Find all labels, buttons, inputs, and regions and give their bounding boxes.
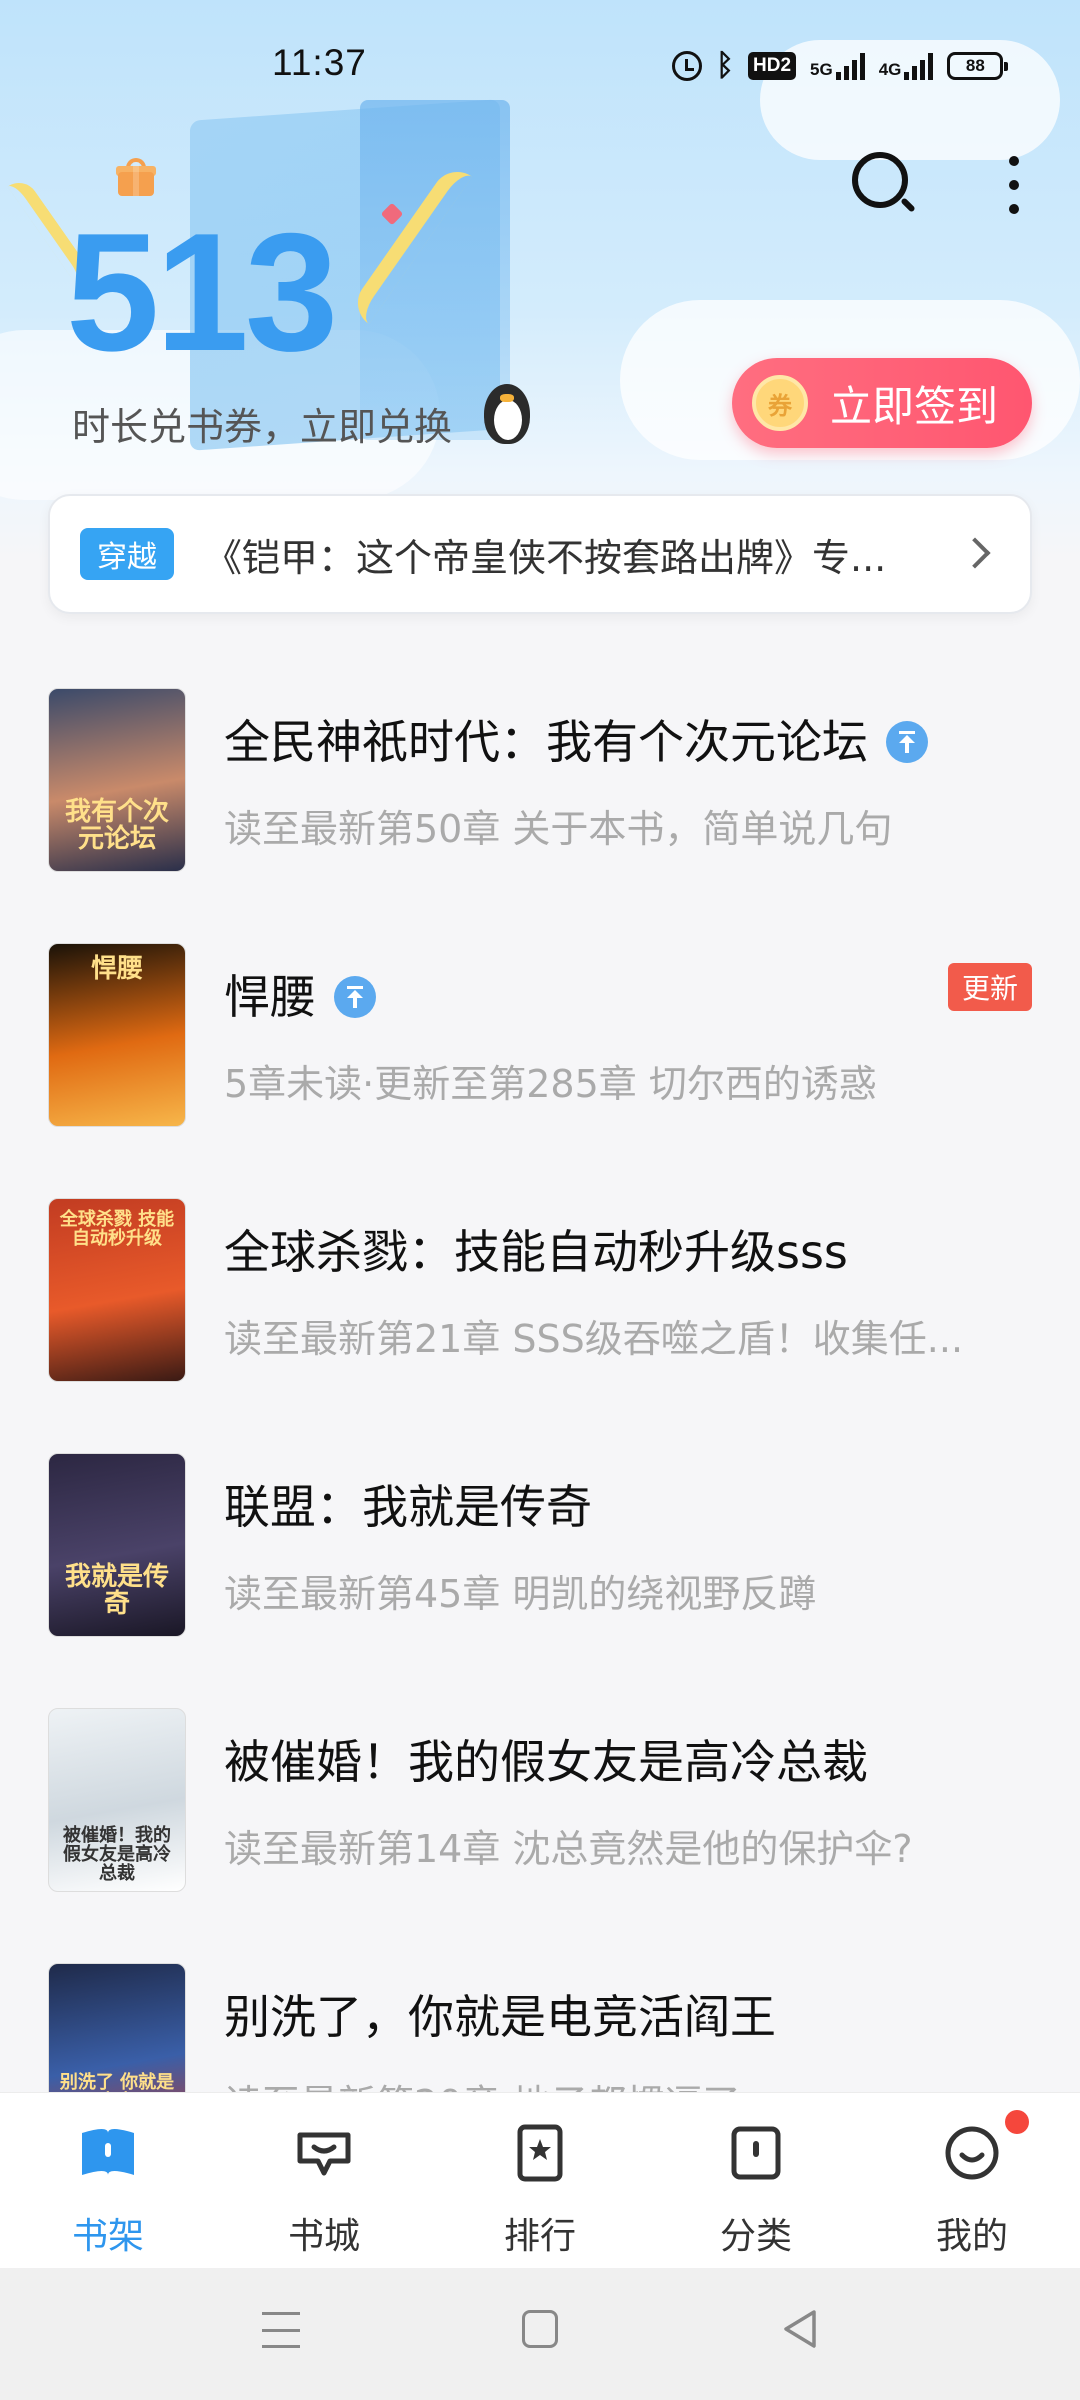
signin-label: 立即签到 bbox=[830, 381, 999, 431]
book-cover[interactable]: 别洗了 你就是电竞 bbox=[48, 1963, 186, 2092]
book-title-text: 悍腰 bbox=[224, 970, 316, 1024]
chevron-right-icon bbox=[959, 537, 991, 569]
book-title-text: 联盟：我就是传奇 bbox=[224, 1480, 592, 1534]
status-time: 11:37 bbox=[272, 42, 367, 83]
status-bar: 11:37 ᛒ HD2 5G 4G 88 bbox=[0, 0, 1080, 130]
cover-title: 别洗了 你就是电竞 bbox=[59, 2072, 175, 2092]
signal-5g-icon: 5G bbox=[810, 52, 865, 80]
book-cover[interactable]: 我就是传奇 bbox=[48, 1453, 186, 1637]
signal-4g-icon: 4G bbox=[879, 52, 934, 80]
tab-bookshelf[interactable]: 书架 bbox=[0, 2093, 216, 2269]
bookshelf-list: 我有个次元论坛 全民神祇时代：我有个次元论坛读至最新第50章 关于本书，简单说几句… bbox=[0, 660, 1080, 2092]
recommendation-banner[interactable]: 穿越 《铠甲：这个帝皇侠不按套路出牌》专... bbox=[48, 494, 1032, 614]
book-item[interactable]: 别洗了 你就是电竞 别洗了，你就是电竞活阎王读至最新第20章 地子都惯逼了 bbox=[0, 1935, 1080, 2092]
book-title[interactable]: 被催婚！我的假女友是高冷总裁 bbox=[224, 1726, 868, 1792]
battery-icon: 88 bbox=[947, 52, 1009, 80]
profile-icon bbox=[945, 2126, 999, 2180]
home-icon[interactable] bbox=[522, 2310, 558, 2348]
pin-top-icon bbox=[886, 720, 928, 763]
tab-bookstore[interactable]: 书城 bbox=[216, 2093, 432, 2269]
book-progress: 读至最新第20章 地子都惯逼了 bbox=[224, 2073, 740, 2092]
book-progress: 读至最新第45章 明凯的绕视野反蹲 bbox=[224, 1572, 817, 1616]
ranking-icon bbox=[517, 2124, 563, 2182]
tab-profile[interactable]: 我的 bbox=[864, 2093, 1080, 2269]
hd-icon: HD2 bbox=[748, 52, 797, 80]
book-title[interactable]: 全民神祇时代：我有个次元论坛 bbox=[224, 706, 928, 772]
bottom-navigation: 书架 书城 排行 分类 我的 bbox=[0, 2092, 1080, 2268]
book-title-text: 被催婚！我的假女友是高冷总裁 bbox=[224, 1735, 868, 1789]
book-cover[interactable]: 我有个次元论坛 bbox=[48, 688, 186, 872]
book-item[interactable]: 我就是传奇 联盟：我就是传奇读至最新第45章 明凯的绕视野反蹲 bbox=[0, 1425, 1080, 1680]
book-title-text: 别洗了，你就是电竞活阎王 bbox=[224, 1990, 776, 2044]
gift-icon[interactable] bbox=[116, 158, 156, 198]
book-progress: 读至最新第50章 关于本书，简单说几句 bbox=[224, 807, 893, 851]
bookshelf-icon bbox=[82, 2129, 134, 2175]
notification-dot bbox=[1005, 2110, 1029, 2134]
network-type: 4G bbox=[878, 60, 902, 79]
genre-tag: 穿越 bbox=[80, 528, 174, 580]
signin-button[interactable]: 券 立即签到 bbox=[732, 358, 1032, 448]
search-button[interactable] bbox=[850, 150, 916, 216]
book-progress: 5章未读·更新至第285章 切尔西的诱惑 bbox=[224, 1062, 877, 1106]
points-caption[interactable]: 时长兑书券，立即兑换 bbox=[72, 396, 452, 451]
book-item[interactable]: 被催婚！我的假女友是高冷总裁 被催婚！我的假女友是高冷总裁读至最新第14章 沈总竟… bbox=[0, 1680, 1080, 1935]
pin-top-icon bbox=[334, 975, 376, 1018]
tab-category[interactable]: 分类 bbox=[648, 2093, 864, 2269]
cover-title: 我就是传奇 bbox=[64, 1562, 169, 1620]
cover-title: 全球杀戮 技能自动秒升级 bbox=[59, 1209, 175, 1249]
book-title-text: 全球杀戮：技能自动秒升级sss bbox=[224, 1225, 848, 1279]
tab-label: 书架 bbox=[71, 2216, 144, 2257]
book-cover[interactable]: 悍腰 bbox=[48, 943, 186, 1127]
book-title[interactable]: 全球杀戮：技能自动秒升级sss bbox=[224, 1216, 848, 1282]
points-value[interactable]: 513 bbox=[66, 208, 338, 376]
cover-title: 悍腰 bbox=[90, 954, 143, 984]
book-title[interactable]: 别洗了，你就是电竞活阎王 bbox=[224, 1981, 776, 2047]
cover-title: 被催婚！我的假女友是高冷总裁 bbox=[63, 1825, 171, 1884]
bluetooth-icon: ᛒ bbox=[716, 49, 734, 82]
book-item[interactable]: 全球杀戮 技能自动秒升级 全球杀戮：技能自动秒升级sss 读至最新第21章 SSS级… bbox=[0, 1170, 1080, 1425]
book-progress: 读至最新第21章 SSS级吞噬之盾！收集任... bbox=[224, 1317, 964, 1361]
cover-title: 我有个次元论坛 bbox=[64, 797, 169, 855]
search-icon bbox=[852, 152, 908, 208]
coupon-icon: 券 bbox=[752, 375, 808, 431]
book-item[interactable]: 悍腰 悍腰 5章未读·更新至第285章 切尔西的诱惑 更新 bbox=[0, 915, 1080, 1170]
more-options-button[interactable] bbox=[996, 152, 1032, 218]
book-title[interactable]: 悍腰 bbox=[224, 961, 376, 1027]
category-icon bbox=[731, 2126, 781, 2180]
book-title-text: 全民神祇时代：我有个次元论坛 bbox=[224, 715, 868, 769]
recommendation-text: 《铠甲：这个帝皇侠不按套路出牌》专... bbox=[204, 535, 887, 580]
tab-ranking[interactable]: 排行 bbox=[432, 2093, 648, 2269]
tab-label: 分类 bbox=[719, 2216, 792, 2257]
book-title[interactable]: 联盟：我就是传奇 bbox=[224, 1471, 592, 1537]
system-navigation-bar bbox=[0, 2268, 1080, 2400]
alarm-icon bbox=[672, 51, 702, 81]
update-badge: 更新 bbox=[948, 963, 1032, 1011]
status-icons: ᛒ HD2 5G 4G 88 bbox=[672, 46, 1009, 86]
more-icon bbox=[1009, 156, 1019, 166]
book-cover[interactable]: 被催婚！我的假女友是高冷总裁 bbox=[48, 1708, 186, 1892]
tab-label: 排行 bbox=[503, 2216, 576, 2257]
book-progress: 读至最新第14章 沈总竟然是他的保护伞? bbox=[224, 1827, 913, 1871]
network-type: 5G bbox=[810, 60, 833, 79]
book-cover[interactable]: 全球杀戮 技能自动秒升级 bbox=[48, 1198, 186, 1382]
back-icon[interactable] bbox=[780, 2308, 820, 2350]
tab-label: 我的 bbox=[935, 2216, 1008, 2257]
book-item[interactable]: 我有个次元论坛 全民神祇时代：我有个次元论坛读至最新第50章 关于本书，简单说几句 bbox=[0, 660, 1080, 915]
bookstore-icon bbox=[297, 2132, 351, 2176]
menu-icon[interactable] bbox=[262, 2312, 300, 2348]
penguin-mascot-icon bbox=[478, 374, 536, 446]
tab-label: 书城 bbox=[287, 2216, 360, 2257]
